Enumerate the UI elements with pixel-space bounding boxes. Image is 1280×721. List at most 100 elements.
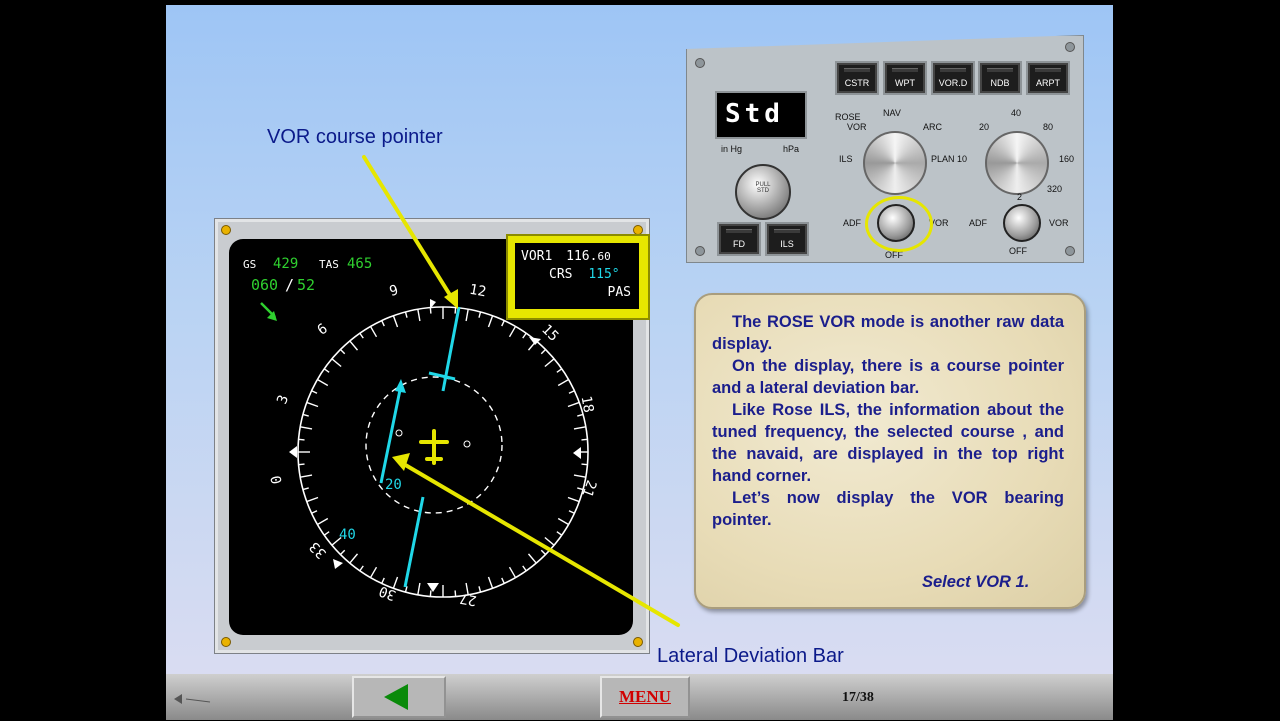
compass-tick	[369, 566, 378, 578]
compass-tick	[381, 320, 385, 327]
wpt-button[interactable]: WPT	[883, 61, 927, 95]
wind-separator: /	[285, 276, 294, 294]
vor-label: VOR1	[521, 249, 553, 264]
compass-tick	[404, 311, 408, 318]
menu-button[interactable]: MENU	[600, 676, 690, 718]
heading-label: 15	[538, 322, 561, 345]
wind-arrow-icon	[260, 302, 277, 321]
screw-icon	[633, 637, 643, 647]
callout-deviation-bar: Lateral Deviation Bar	[657, 645, 844, 667]
compass-tick	[478, 311, 482, 318]
efis-control-panel: CSTR WPT VOR.D NDB ARPT Std in Hg hPa PU…	[686, 35, 1084, 263]
tas-label: TAS	[319, 258, 339, 271]
range-outer-label: 40	[339, 527, 356, 543]
screw-icon	[1065, 42, 1075, 52]
back-button[interactable]	[352, 676, 446, 718]
index-triangle-icon	[333, 559, 343, 569]
heading-label: 0	[268, 474, 285, 485]
range-label: 10	[957, 154, 968, 164]
vor-frequency-decimal: 60	[597, 250, 611, 263]
mode-vor-label: VOR	[847, 122, 867, 132]
compass-tick	[306, 401, 319, 408]
compass-tick	[349, 553, 359, 564]
cstr-button[interactable]: CSTR	[835, 61, 879, 95]
compass-tick	[454, 590, 457, 597]
compass-tick	[540, 348, 547, 355]
crs-value: 115°	[588, 267, 620, 282]
instruction-panel: The ROSE VOR mode is another raw data di…	[694, 293, 1086, 609]
compass-tick	[568, 390, 575, 394]
compass-tick	[349, 340, 359, 351]
baro-display: Std	[715, 91, 807, 139]
compass-tick	[573, 474, 586, 478]
compass-tick	[359, 332, 364, 339]
heading-label: 9	[388, 282, 400, 300]
tas-value: 465	[347, 256, 372, 272]
baro-knob[interactable]: PULL STD	[735, 164, 791, 220]
paragraph-1: The ROSE VOR mode is another raw data di…	[712, 313, 1064, 353]
screw-icon	[1065, 246, 1075, 256]
range-inner-label: 20	[385, 477, 402, 493]
crs-label: CRS	[549, 267, 573, 282]
compass-tick	[544, 358, 555, 368]
compass-tick	[429, 590, 432, 597]
compass-tick	[302, 413, 309, 417]
compass-tick	[317, 517, 329, 526]
gs-label: GS	[243, 258, 256, 271]
wind-direction: 060	[251, 276, 278, 294]
compass-tick	[581, 438, 588, 441]
compass-tick	[557, 517, 569, 526]
ndb-button[interactable]: NDB	[978, 61, 1022, 95]
vor2-adf2-switch[interactable]	[1003, 204, 1041, 242]
ils-button[interactable]: ILS	[765, 222, 809, 256]
compass-tick	[577, 413, 584, 417]
wind-speed: 52	[297, 276, 315, 294]
baro-inhg-label: in Hg	[721, 144, 743, 154]
mode-selector-knob[interactable]	[863, 131, 927, 195]
compass-tick	[298, 438, 305, 441]
range-selector-knob[interactable]	[985, 131, 1049, 195]
compass-tick	[487, 576, 494, 589]
compass-tick	[567, 401, 580, 408]
callout-course-pointer: VOR course pointer	[267, 126, 443, 148]
heading-label: 12	[468, 282, 487, 301]
compass-tick	[487, 315, 494, 328]
compass-tick	[306, 496, 319, 503]
heading-label: 3	[274, 393, 292, 406]
compass-tick	[323, 368, 330, 373]
back-arrow-icon	[384, 684, 408, 710]
baro-hpa-label: hPa	[783, 144, 800, 154]
compass-tick	[369, 326, 378, 338]
index-triangle-icon	[289, 446, 297, 458]
compass-tick	[527, 553, 537, 564]
screen-border	[1113, 0, 1280, 720]
compass-tick	[501, 577, 505, 584]
menu-label: MENU	[619, 687, 671, 706]
compass-tick	[300, 426, 313, 430]
fd-button[interactable]: FD	[717, 222, 761, 256]
compass-tick	[392, 576, 399, 589]
compass-tick	[556, 368, 563, 373]
screw-icon	[695, 58, 705, 68]
vor-d-button[interactable]: VOR.D	[931, 61, 975, 95]
compass-tick	[392, 315, 399, 328]
range-label: 20	[979, 122, 990, 132]
compass-tick	[298, 463, 305, 466]
sound-icon[interactable]	[172, 692, 212, 706]
vor-frequency: 116.	[566, 249, 598, 264]
arpt-button[interactable]: ARPT	[1026, 61, 1070, 95]
adf1-label: ADF	[843, 218, 861, 228]
screw-icon	[221, 225, 231, 235]
range-label: 160	[1059, 154, 1075, 164]
heading-label: 6	[315, 321, 331, 339]
compass-tick	[501, 320, 505, 327]
compass-tick	[417, 582, 421, 595]
pos2-label: 2	[1017, 192, 1023, 202]
vor1-adf1-switch[interactable]	[877, 204, 915, 242]
compass-tick	[311, 510, 318, 514]
compass-tick	[302, 487, 309, 491]
heading-label: 27	[459, 590, 478, 609]
index-triangle-icon	[427, 583, 439, 592]
mode-plan-label: PLAN	[931, 154, 955, 164]
gs-value: 429	[273, 256, 298, 272]
